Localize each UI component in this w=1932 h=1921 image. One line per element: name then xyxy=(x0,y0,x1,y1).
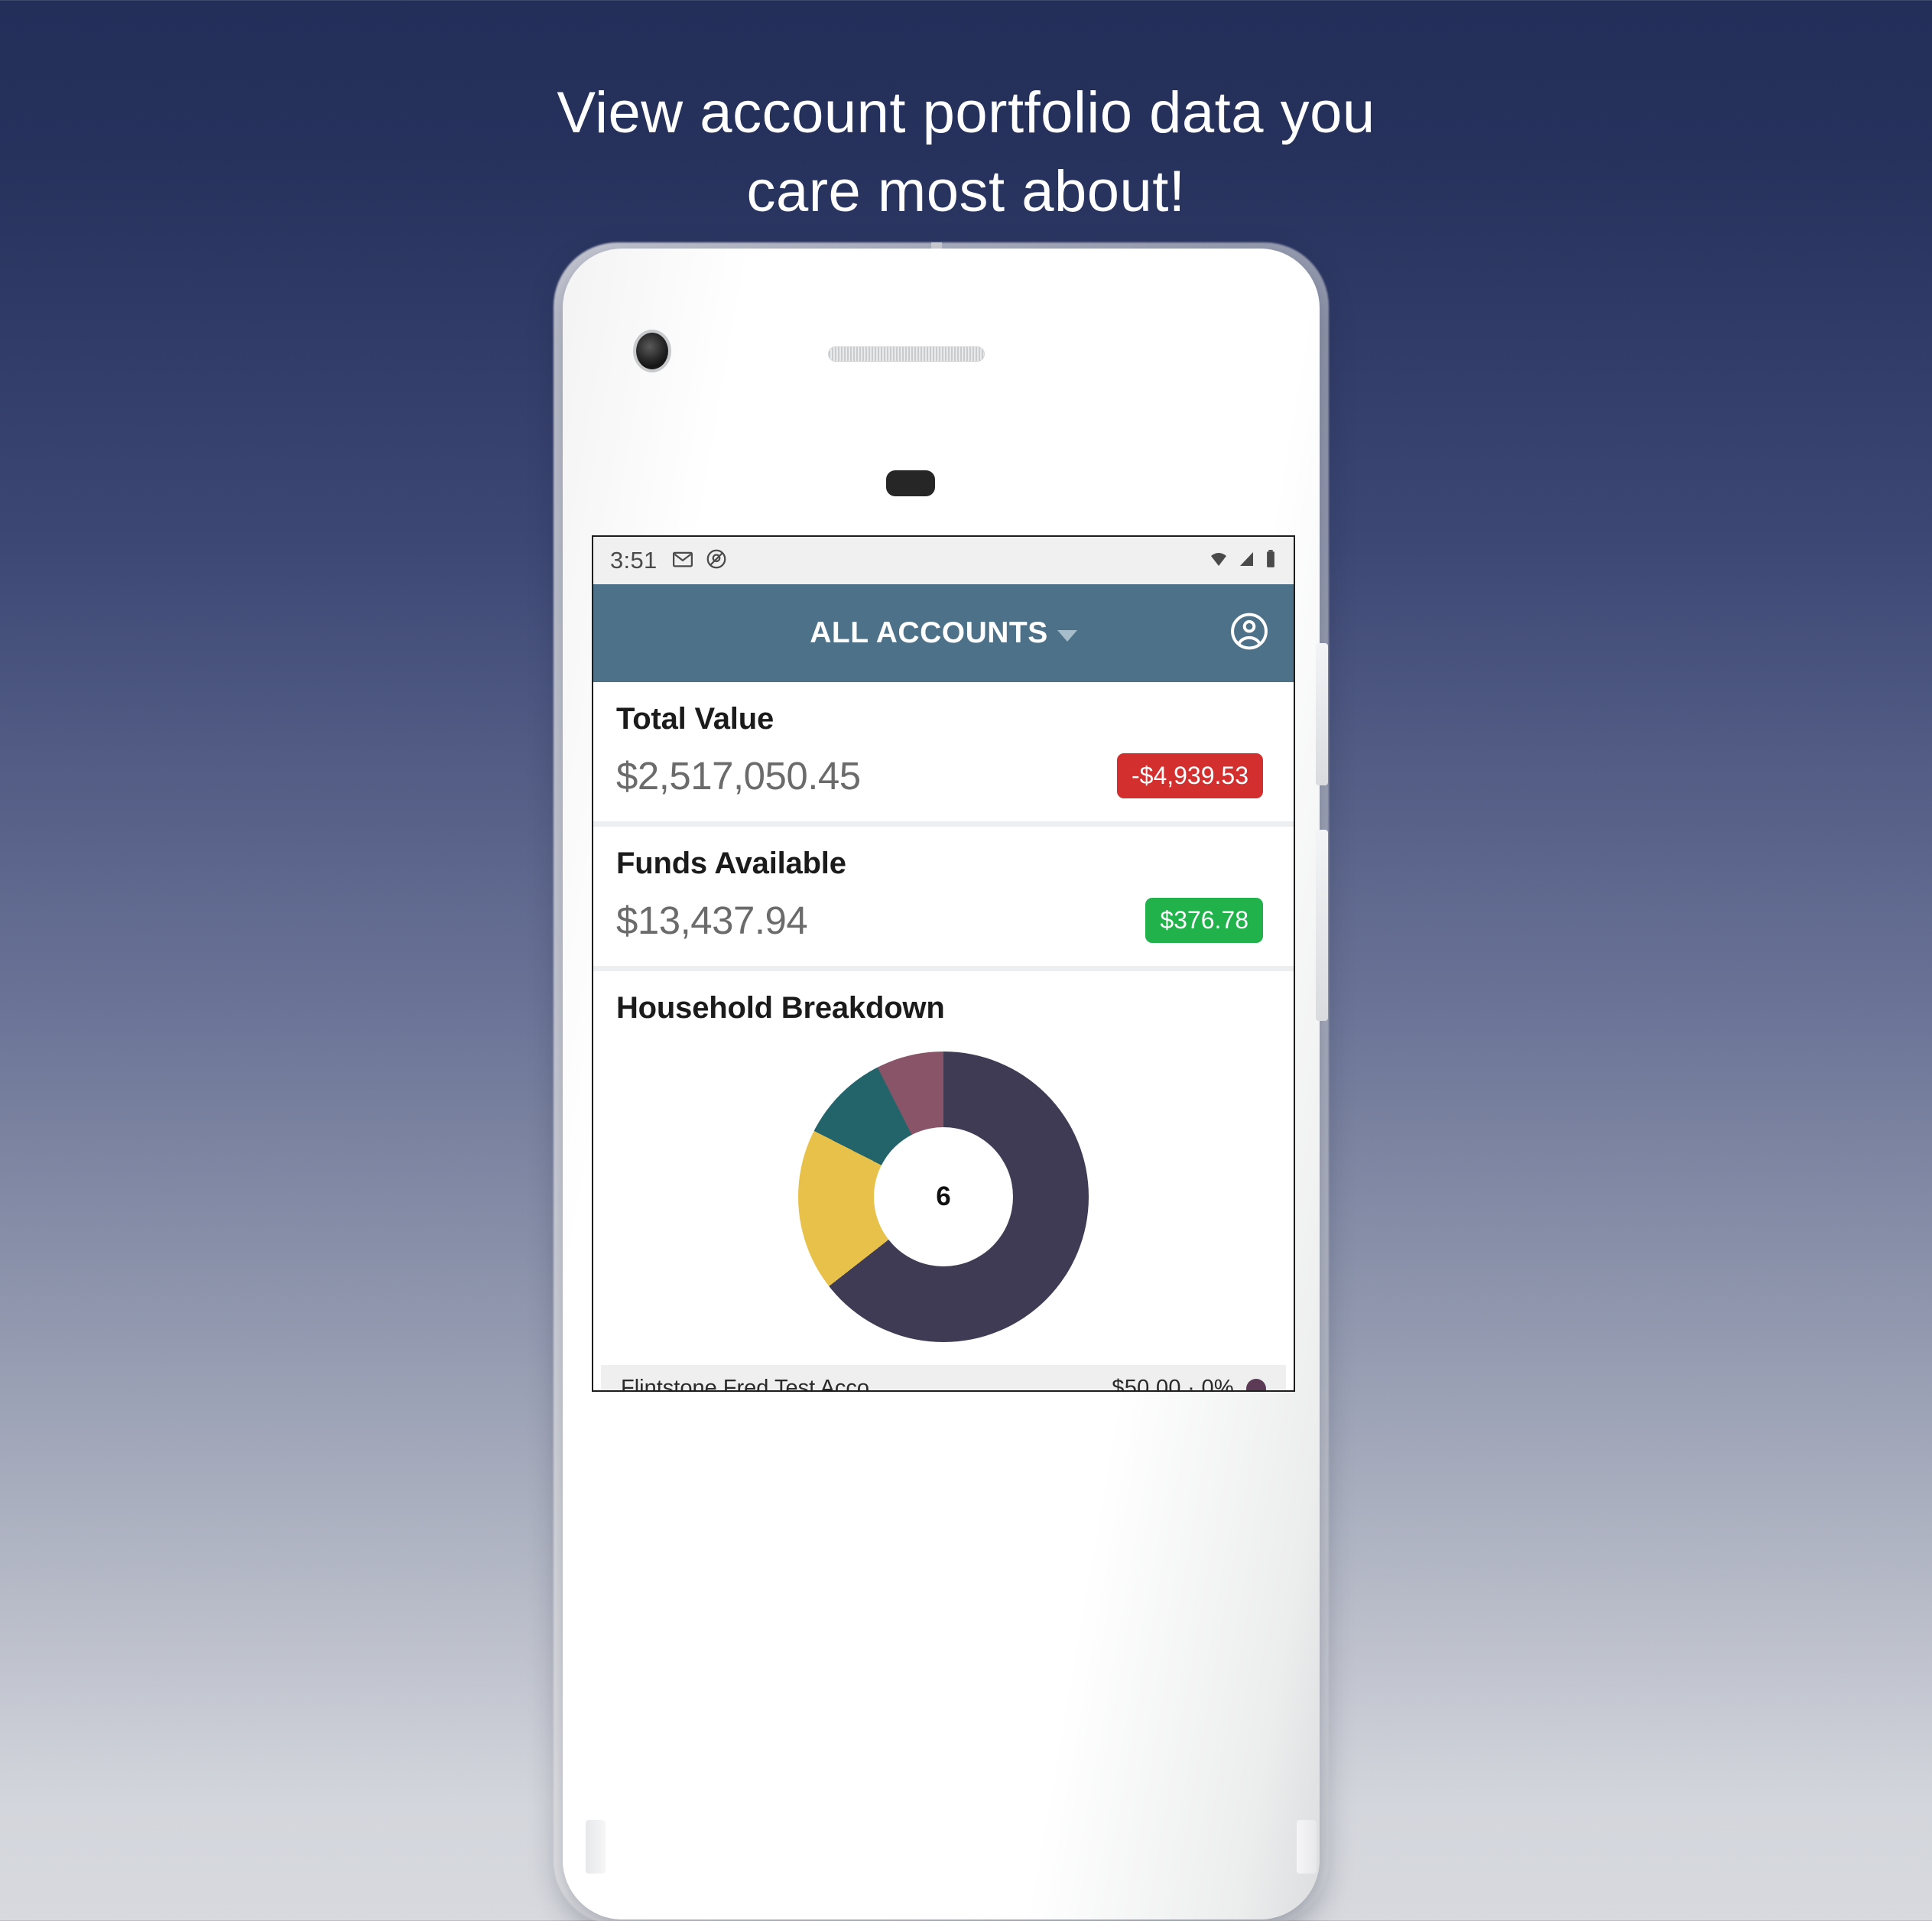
status-bar-time: 3:51 xyxy=(610,547,658,574)
volume-button[interactable] xyxy=(1316,830,1328,1021)
status-bar-notification-icons xyxy=(671,548,728,574)
earpiece-speaker xyxy=(828,346,985,362)
donut-chart-container: 6 xyxy=(616,1036,1271,1357)
total-value-title: Total Value xyxy=(616,702,774,736)
account-name-label: Flintstone Fred Test Acco... xyxy=(621,1376,888,1392)
do-not-disturb-icon xyxy=(705,548,728,574)
account-percent: 0% xyxy=(1201,1376,1234,1392)
funds-available-card[interactable]: Funds Available $13,437.94 $376.78 xyxy=(593,827,1294,971)
account-amount: $50.00 xyxy=(1112,1376,1181,1392)
total-value-change-badge: -$4,939.53 xyxy=(1116,753,1263,798)
donut-center-label: 6 xyxy=(874,1127,1013,1266)
total-value-card[interactable]: Total Value $2,517,050.45 -$4,939.53 xyxy=(593,682,1294,827)
funds-available-change-badge: $376.78 xyxy=(1145,898,1263,943)
front-camera-icon xyxy=(636,333,668,369)
account-selector-button[interactable]: ALL ACCOUNTS xyxy=(593,616,1294,650)
account-color-dot xyxy=(1246,1378,1266,1390)
power-button[interactable] xyxy=(1316,643,1328,785)
status-bar: 3:51 xyxy=(593,537,1294,584)
household-breakdown-title: Household Breakdown xyxy=(616,991,945,1025)
funds-available-title: Funds Available xyxy=(616,847,846,880)
app-bar: ALL ACCOUNTS xyxy=(593,584,1294,682)
phone-body: 3:51 ALL ACCOUNTS Total Value $2,517,050… xyxy=(563,249,1320,1919)
chevron-down-icon xyxy=(1057,629,1077,642)
antenna-band-bottom-left xyxy=(586,1820,606,1874)
wifi-icon xyxy=(1208,550,1229,572)
total-value-amount: $2,517,050.45 xyxy=(616,754,861,798)
battery-icon xyxy=(1265,549,1277,573)
signal-icon xyxy=(1237,550,1257,572)
proximity-sensor xyxy=(886,470,935,496)
funds-available-amount: $13,437.94 xyxy=(616,899,808,942)
gmail-icon xyxy=(671,548,694,574)
account-value-label: $50.00 · 0% xyxy=(1112,1376,1234,1392)
profile-button[interactable] xyxy=(1228,610,1271,657)
account-legend-row[interactable]: Flintstone Fred Test Acco... $50.00 · 0% xyxy=(601,1365,1286,1392)
total-value-row: $2,517,050.45 -$4,939.53 xyxy=(616,753,1271,798)
household-breakdown-card: Household Breakdown 6 xyxy=(593,971,1294,1357)
phone-screen: 3:51 ALL ACCOUNTS Total Value $2,517,050… xyxy=(592,535,1295,1392)
funds-available-row: $13,437.94 $376.78 xyxy=(616,898,1271,943)
phone-mockup: 3:51 ALL ACCOUNTS Total Value $2,517,050… xyxy=(549,242,1334,1921)
account-separator: · xyxy=(1187,1376,1196,1392)
status-bar-system-icons xyxy=(1208,549,1277,573)
household-donut-chart[interactable]: 6 xyxy=(798,1052,1089,1342)
promo-headline: View account portfolio data you care mos… xyxy=(557,80,1375,225)
antenna-band-bottom-right xyxy=(1297,1820,1317,1874)
account-circle-icon xyxy=(1228,613,1271,656)
app-bar-title-label: ALL ACCOUNTS xyxy=(810,616,1048,649)
